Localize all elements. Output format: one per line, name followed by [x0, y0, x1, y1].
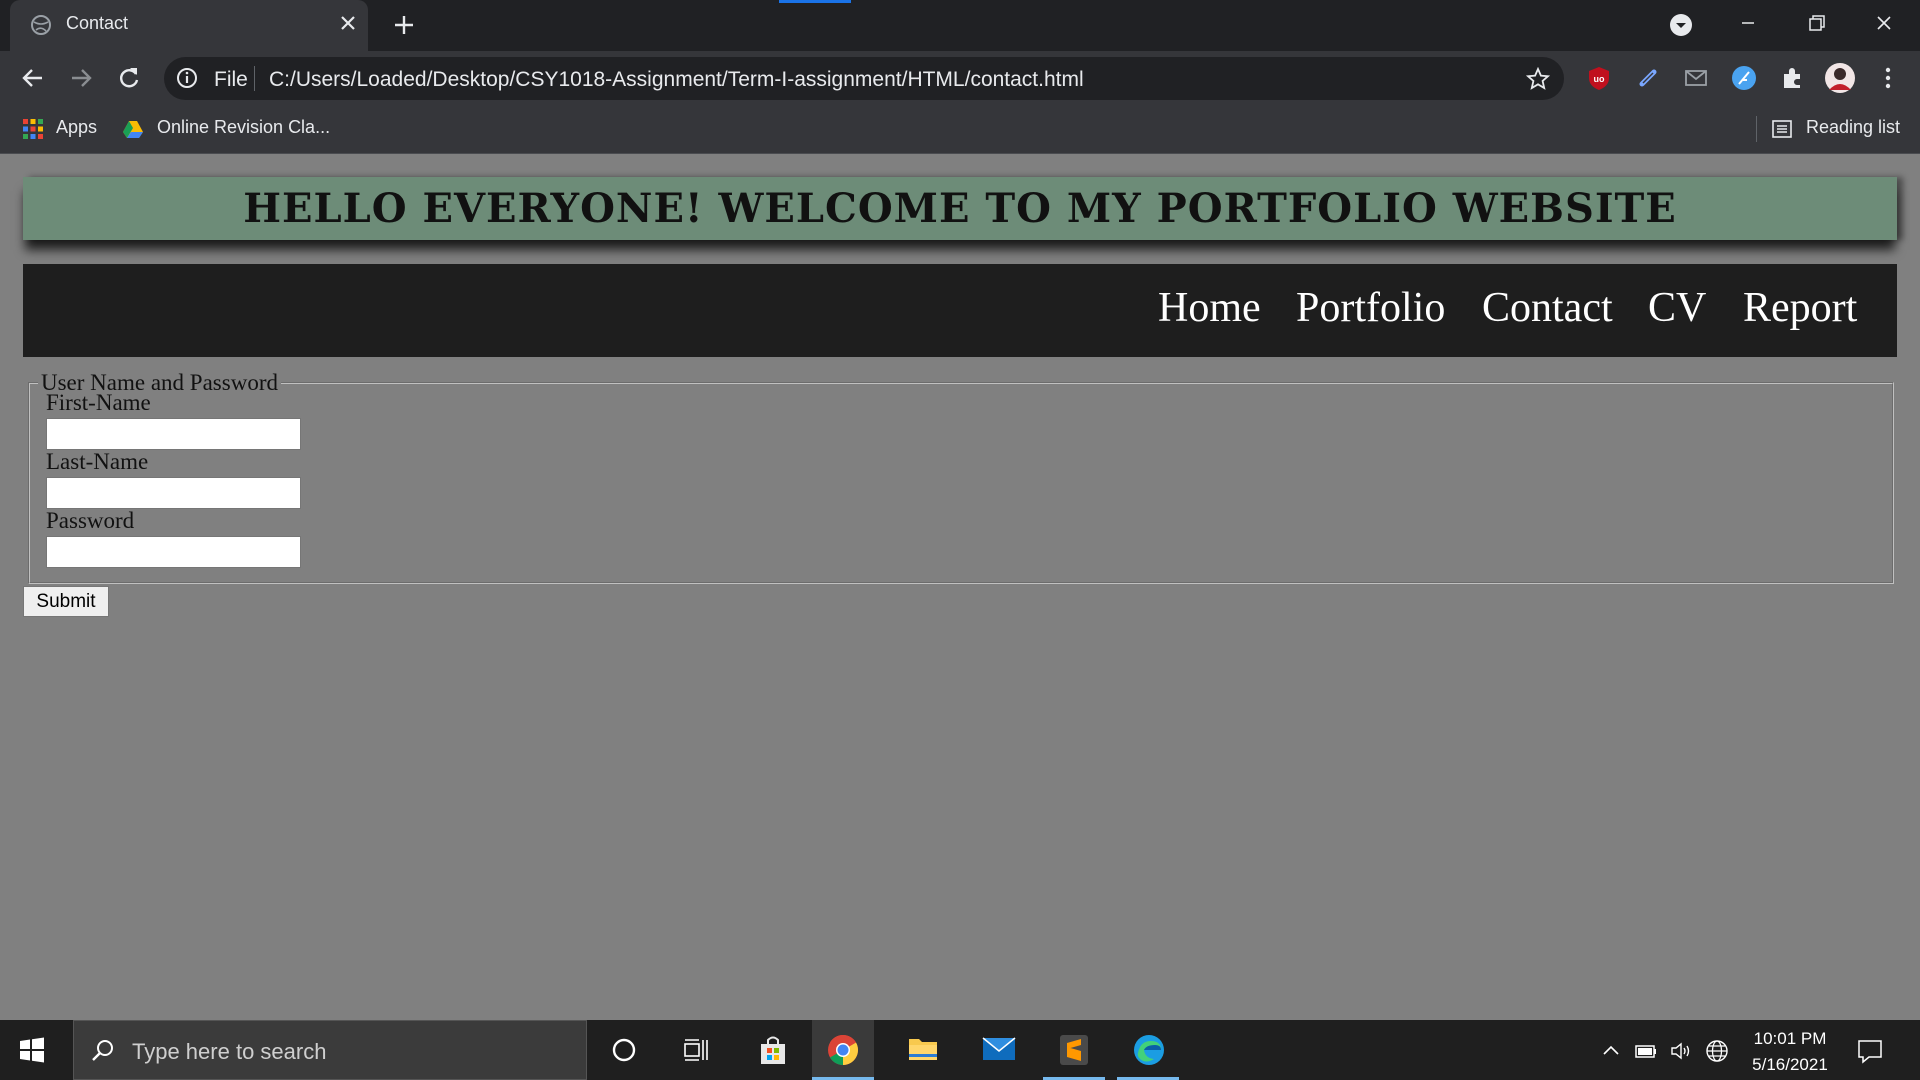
notification-center-icon[interactable] — [1855, 1036, 1885, 1066]
reading-list-button[interactable]: Reading list — [1806, 117, 1900, 138]
taskbar-store[interactable] — [742, 1020, 804, 1080]
back-icon[interactable] — [19, 64, 47, 92]
taskbar-chrome[interactable] — [812, 1020, 874, 1080]
page-viewport: HELLO EVERYONE! WELCOME TO MY PORTFOLIO … — [0, 154, 1920, 1020]
microsoft-store-icon — [761, 1036, 785, 1064]
search-placeholder: Type here to search — [132, 1039, 327, 1064]
taskbar-edge[interactable] — [1117, 1020, 1179, 1080]
extensions-puzzle-icon[interactable] — [1778, 64, 1806, 92]
header-banner: HELLO EVERYONE! WELCOME TO MY PORTFOLIO … — [23, 177, 1897, 240]
bookmarks-divider — [1756, 116, 1757, 142]
windows-taskbar: Type here to search 10:01 PM 5/16/2021 — [0, 1020, 1920, 1080]
sublime-text-icon — [1060, 1035, 1088, 1065]
network-globe-icon[interactable] — [1704, 1038, 1730, 1064]
minimize-icon[interactable] — [1730, 8, 1766, 38]
nav-link-contact[interactable]: Contact — [1482, 284, 1613, 332]
reading-list-icon[interactable] — [1771, 118, 1793, 140]
forward-icon[interactable] — [67, 64, 95, 92]
globe-icon — [31, 15, 51, 35]
taskbar-search[interactable]: Type here to search — [73, 1020, 587, 1080]
ublock-origin-icon[interactable]: uo — [1585, 64, 1613, 92]
nav-link-cv[interactable]: CV — [1648, 284, 1706, 332]
last-name-input[interactable] — [46, 477, 301, 509]
bookmarks-bar: Apps Online Revision Cla... Reading list — [0, 104, 1920, 154]
credentials-fieldset: User Name and Password — [28, 370, 1894, 584]
address-bar[interactable]: File C:/Users/Loaded/Desktop/CSY1018-Ass… — [164, 57, 1564, 100]
new-tab-icon[interactable] — [391, 12, 417, 38]
reload-icon[interactable] — [115, 64, 143, 92]
bookmark-apps[interactable]: Apps — [56, 117, 97, 138]
taskbar-mail[interactable] — [967, 1020, 1029, 1080]
search-icon — [92, 1040, 113, 1061]
nav-link-home[interactable]: Home — [1158, 284, 1261, 332]
link-extension-icon[interactable] — [1634, 64, 1662, 92]
task-view-icon[interactable] — [682, 1036, 710, 1064]
bookmark-online-revision[interactable]: Online Revision Cla... — [157, 117, 330, 138]
apps-grid-icon[interactable] — [22, 118, 44, 140]
browser-toolbar: File C:/Users/Loaded/Desktop/CSY1018-Ass… — [0, 51, 1920, 104]
chevron-up-icon[interactable] — [1598, 1038, 1624, 1064]
profile-avatar-icon[interactable] — [1824, 62, 1856, 94]
mail-icon[interactable] — [1682, 64, 1710, 92]
windows-start-icon[interactable] — [18, 1036, 46, 1064]
battery-icon[interactable] — [1633, 1038, 1659, 1064]
taskbar-sublime[interactable] — [1043, 1020, 1105, 1080]
browser-tab[interactable]: Contact — [10, 0, 368, 51]
nav-link-portfolio[interactable]: Portfolio — [1296, 284, 1445, 332]
cortana-icon[interactable] — [610, 1036, 638, 1064]
browser-tab-strip: Contact — [0, 0, 1920, 51]
taskbar-file-explorer[interactable] — [892, 1020, 954, 1080]
site-navbar: Home Portfolio Contact CV Report — [23, 264, 1897, 357]
google-drive-icon[interactable] — [122, 118, 144, 140]
submit-button[interactable]: Submit — [23, 586, 109, 617]
loading-indicator — [779, 0, 851, 3]
password-label: Password — [46, 508, 135, 533]
scheme-label: File — [214, 68, 248, 91]
tab-title: Contact — [66, 13, 129, 33]
edge-icon — [1134, 1035, 1164, 1065]
clock-date: 5/16/2021 — [1752, 1055, 1828, 1074]
page-title: HELLO EVERYONE! WELCOME TO MY PORTFOLIO … — [243, 185, 1677, 232]
nav-link-report[interactable]: Report — [1743, 284, 1857, 332]
feather-extension-icon[interactable] — [1730, 64, 1758, 92]
svg-text:uo: uo — [1594, 74, 1605, 84]
url-text[interactable]: C:/Users/Loaded/Desktop/CSY1018-Assignme… — [269, 68, 1084, 92]
password-input[interactable] — [46, 536, 301, 568]
more-menu-icon[interactable] — [1874, 64, 1902, 92]
restore-icon[interactable] — [1798, 8, 1834, 38]
tab-search-icon[interactable] — [1668, 12, 1694, 38]
folder-icon — [909, 1039, 937, 1060]
last-name-label: Last-Name — [46, 449, 149, 474]
chrome-icon — [828, 1035, 859, 1065]
volume-icon[interactable] — [1668, 1038, 1694, 1064]
window-close-icon[interactable] — [1866, 8, 1902, 38]
taskbar-clock[interactable]: 10:01 PM 5/16/2021 — [1740, 1026, 1840, 1078]
site-info-icon[interactable] — [176, 67, 198, 89]
clock-time: 10:01 PM — [1753, 1029, 1827, 1048]
bookmark-star-icon[interactable] — [1526, 67, 1550, 91]
close-tab-icon[interactable] — [337, 12, 359, 34]
mail-app-icon — [982, 1037, 1016, 1060]
first-name-label: First-Name — [46, 390, 151, 415]
omnibox-divider — [254, 66, 255, 91]
first-name-input[interactable] — [46, 418, 301, 450]
